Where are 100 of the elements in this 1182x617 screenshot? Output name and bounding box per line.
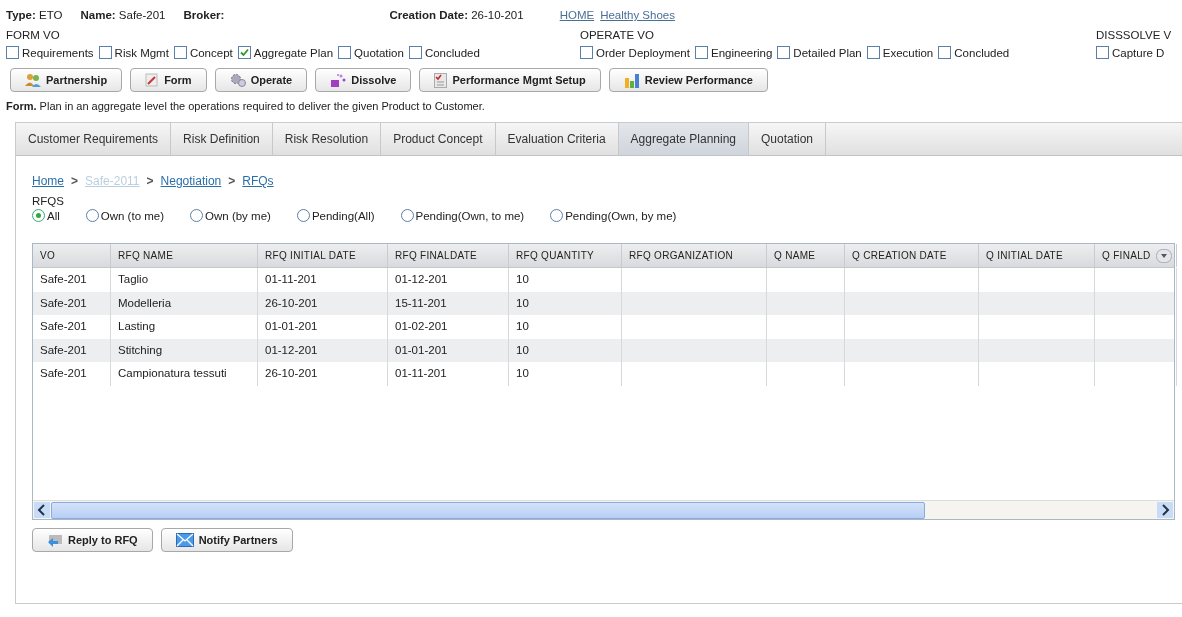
- checkbox[interactable]: [338, 46, 352, 59]
- table-cell: Safe-201: [33, 315, 111, 339]
- scroll-thumb[interactable]: [51, 501, 925, 519]
- breadcrumb-link[interactable]: Home: [32, 174, 64, 188]
- toolbar-button[interactable]: Partnership: [10, 68, 123, 92]
- tab[interactable]: Customer Requirements: [16, 123, 172, 155]
- people-icon: [25, 73, 41, 87]
- tab[interactable]: Product Concept: [381, 123, 496, 155]
- checkbox-label: Execution: [882, 46, 934, 59]
- checkbox[interactable]: [580, 46, 593, 59]
- scroll-left-icon[interactable]: [34, 502, 50, 518]
- breadcrumb-separator: >: [146, 174, 154, 188]
- checkbox[interactable]: [777, 46, 791, 59]
- radio-button[interactable]: [85, 209, 99, 222]
- radio-label: All: [47, 209, 60, 222]
- breadcrumb-link[interactable]: Negotiation: [160, 174, 222, 188]
- table-cell: 15-11-201: [388, 291, 509, 315]
- column-header[interactable]: RFQ NAME: [111, 244, 258, 267]
- tab[interactable]: Quotation: [749, 123, 827, 155]
- checkbox-label: Concluded: [424, 46, 480, 59]
- table-cell: 01-11-201: [388, 362, 509, 386]
- tab[interactable]: Risk Resolution: [272, 123, 382, 155]
- bar-chart-icon: [623, 72, 640, 88]
- description-text: Form. Plan in an aggregate level the operations required to deliver the given Product to Customer.: [6, 100, 486, 114]
- radio-button[interactable]: [550, 209, 564, 222]
- header-field: Name: Safe-201: [80, 9, 166, 21]
- table-cell: 26-10-201: [258, 291, 388, 315]
- table-cell: 10: [509, 315, 622, 339]
- toolbar-button[interactable]: Dissolve: [315, 68, 412, 92]
- column-header[interactable]: Q NAME: [767, 244, 845, 267]
- table-cell: Lasting: [111, 315, 258, 339]
- tab[interactable]: Risk Definition: [171, 123, 273, 155]
- table-cell: Campionatura tessuti: [111, 362, 258, 386]
- toolbar-button[interactable]: Form: [130, 68, 207, 92]
- radio-label: Pending(Own, by me): [565, 209, 677, 222]
- column-header[interactable]: Q INITIAL DATE: [979, 244, 1095, 267]
- checkbox[interactable]: [866, 46, 880, 59]
- table-cell: Taglio: [111, 268, 258, 292]
- checkbox-label: Risk Mgmt: [114, 46, 169, 59]
- phase-title: DISSSOLVE V: [1096, 29, 1172, 43]
- radio-button[interactable]: [190, 209, 204, 222]
- envelope-icon: [175, 533, 194, 547]
- table-cell: 01-11-201: [258, 268, 388, 292]
- scroll-right-icon[interactable]: [1157, 502, 1173, 518]
- breadcrumb-link[interactable]: RFQs: [242, 174, 274, 188]
- horizontal-scrollbar[interactable]: [33, 500, 1174, 519]
- checkbox[interactable]: [98, 46, 112, 59]
- breadcrumb-separator: >: [71, 174, 79, 188]
- toolbar-button[interactable]: Performance Mgmt Setup: [419, 68, 601, 92]
- table-cell: Safe-201: [33, 362, 111, 386]
- sparkle-icon: [330, 73, 347, 87]
- column-header[interactable]: RFQ FINALDATE: [388, 244, 509, 267]
- column-header[interactable]: RFQ QUANTITY: [509, 244, 622, 267]
- checkbox[interactable]: [694, 46, 708, 59]
- header-link[interactable]: Healthy Shoes: [600, 9, 675, 21]
- action-button[interactable]: Reply to RFQ: [32, 528, 153, 552]
- table-cell: Safe-201: [33, 291, 111, 315]
- radio-button[interactable]: [32, 209, 45, 222]
- checkbox[interactable]: [408, 46, 422, 59]
- column-header[interactable]: Q CREATION DATE: [845, 244, 979, 267]
- radio-button[interactable]: [296, 209, 310, 222]
- dropdown-icon[interactable]: [1156, 249, 1172, 263]
- table-cell: Safe-201: [33, 268, 111, 292]
- column-header[interactable]: VO: [33, 244, 111, 267]
- table-cell: Safe-201: [33, 338, 111, 362]
- tab[interactable]: Evaluation Criteria: [495, 123, 619, 155]
- gears-icon: [229, 73, 246, 87]
- checkbox-label: Engineering: [710, 46, 773, 59]
- table-cell: 26-10-201: [258, 362, 388, 386]
- header-link[interactable]: HOME: [559, 9, 595, 21]
- toolbar-button[interactable]: Operate: [214, 68, 308, 92]
- table-cell: 10: [509, 291, 622, 315]
- phase-title: OPERATE VO: [580, 29, 654, 43]
- radio-label: Pending(All): [311, 209, 375, 222]
- radio-label: Own (by me): [205, 209, 271, 222]
- checkbox[interactable]: [938, 46, 952, 59]
- table-cell: 10: [509, 268, 622, 292]
- table-cell: 01-02-201: [388, 315, 509, 339]
- table-cell: Stitching: [111, 338, 258, 362]
- column-header[interactable]: RFQ ORGANIZATION: [622, 244, 767, 267]
- checkbox[interactable]: [1096, 46, 1109, 59]
- checkbox[interactable]: [237, 46, 251, 59]
- tab[interactable]: Aggregate Planning: [618, 123, 749, 155]
- table-cell: 01-12-201: [388, 268, 509, 292]
- checkbox-label: Capture D: [1112, 46, 1165, 59]
- header-field: Type: ETO: [6, 9, 63, 21]
- checkbox[interactable]: [173, 46, 187, 59]
- pencil-icon: [145, 73, 160, 87]
- column-header[interactable]: RFQ INITIAL DATE: [258, 244, 388, 267]
- checkbox[interactable]: [6, 46, 19, 59]
- checkbox-label: Aggregate Plan: [253, 46, 334, 59]
- radio-label: Own (to me): [100, 209, 165, 222]
- checkbox-label: Concluded: [954, 46, 1010, 59]
- action-button[interactable]: Notify Partners: [160, 528, 293, 552]
- toolbar-button[interactable]: Review Performance: [608, 68, 768, 92]
- checkbox-label: Requirements: [22, 46, 94, 59]
- radio-button[interactable]: [400, 209, 414, 222]
- checklist-icon: [434, 72, 448, 88]
- breadcrumb-separator: >: [228, 174, 236, 188]
- filter-title: RFQS: [32, 195, 65, 207]
